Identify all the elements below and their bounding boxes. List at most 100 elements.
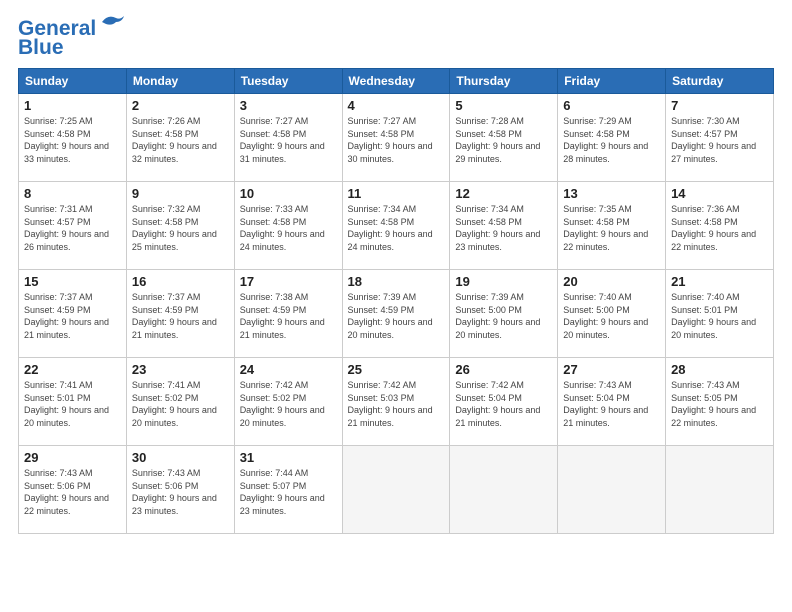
col-wednesday: Wednesday: [342, 69, 450, 94]
day-number: 16: [132, 274, 229, 289]
calendar-cell: 10 Sunrise: 7:33 AM Sunset: 4:58 PM Dayli…: [234, 182, 342, 270]
cell-info: Sunrise: 7:43 AM Sunset: 5:04 PM Dayligh…: [563, 379, 660, 429]
calendar-cell: 13Sunrise: 7:35 AM Sunset: 4:58 PM Dayli…: [558, 182, 666, 270]
cell-info: Sunrise: 7:27 AM Sunset: 4:58 PM Dayligh…: [240, 115, 337, 165]
day-number: 23: [132, 362, 229, 377]
calendar-cell: [342, 446, 450, 534]
calendar-cell: 8 Sunrise: 7:31 AM Sunset: 4:57 PM Daylig…: [19, 182, 127, 270]
calendar-week-row: 8 Sunrise: 7:31 AM Sunset: 4:57 PM Daylig…: [19, 182, 774, 270]
cell-info: Sunrise: 7:43 AM Sunset: 5:06 PM Dayligh…: [24, 467, 121, 517]
cell-info: Sunrise: 7:31 AM Sunset: 4:57 PM Dayligh…: [24, 203, 121, 253]
cell-info: Sunrise: 7:37 AM Sunset: 4:59 PM Dayligh…: [132, 291, 229, 341]
cell-info: Sunrise: 7:32 AM Sunset: 4:58 PM Dayligh…: [132, 203, 229, 253]
header: General Blue: [18, 18, 774, 58]
col-monday: Monday: [126, 69, 234, 94]
calendar-week-row: 29 Sunrise: 7:43 AM Sunset: 5:06 PM Dayli…: [19, 446, 774, 534]
day-number: 26: [455, 362, 552, 377]
cell-info: Sunrise: 7:44 AM Sunset: 5:07 PM Dayligh…: [240, 467, 337, 517]
calendar-cell: 6 Sunrise: 7:29 AM Sunset: 4:58 PM Daylig…: [558, 94, 666, 182]
calendar-week-row: 1 Sunrise: 7:25 AM Sunset: 4:58 PM Daylig…: [19, 94, 774, 182]
cell-info: Sunrise: 7:33 AM Sunset: 4:58 PM Dayligh…: [240, 203, 337, 253]
calendar-table: Sunday Monday Tuesday Wednesday Thursday…: [18, 68, 774, 534]
col-tuesday: Tuesday: [234, 69, 342, 94]
cell-info: Sunrise: 7:30 AM Sunset: 4:57 PM Dayligh…: [671, 115, 768, 165]
day-number: 9: [132, 186, 229, 201]
calendar-cell: 12 Sunrise: 7:34 AM Sunset: 4:58 PM Dayli…: [450, 182, 558, 270]
calendar-cell: 27 Sunrise: 7:43 AM Sunset: 5:04 PM Dayli…: [558, 358, 666, 446]
day-number: 1: [24, 98, 121, 113]
day-number: 11: [348, 186, 445, 201]
calendar-cell: 14 Sunrise: 7:36 AM Sunset: 4:58 PM Dayli…: [666, 182, 774, 270]
calendar-cell: 26Sunrise: 7:42 AM Sunset: 5:04 PM Dayli…: [450, 358, 558, 446]
day-number: 8: [24, 186, 121, 201]
calendar-cell: 17 Sunrise: 7:38 AM Sunset: 4:59 PM Dayli…: [234, 270, 342, 358]
cell-info: Sunrise: 7:36 AM Sunset: 4:58 PM Dayligh…: [671, 203, 768, 253]
day-number: 22: [24, 362, 121, 377]
day-number: 27: [563, 362, 660, 377]
day-number: 5: [455, 98, 552, 113]
day-number: 30: [132, 450, 229, 465]
day-number: 4: [348, 98, 445, 113]
day-number: 21: [671, 274, 768, 289]
calendar-cell: 7 Sunrise: 7:30 AM Sunset: 4:57 PM Daylig…: [666, 94, 774, 182]
cell-info: Sunrise: 7:38 AM Sunset: 4:59 PM Dayligh…: [240, 291, 337, 341]
day-number: 29: [24, 450, 121, 465]
calendar-cell: 19Sunrise: 7:39 AM Sunset: 5:00 PM Dayli…: [450, 270, 558, 358]
calendar-cell: [450, 446, 558, 534]
calendar-cell: 11 Sunrise: 7:34 AM Sunset: 4:58 PM Dayli…: [342, 182, 450, 270]
cell-info: Sunrise: 7:34 AM Sunset: 4:58 PM Dayligh…: [455, 203, 552, 253]
day-number: 7: [671, 98, 768, 113]
calendar-cell: 20Sunrise: 7:40 AM Sunset: 5:00 PM Dayli…: [558, 270, 666, 358]
cell-info: Sunrise: 7:43 AM Sunset: 5:05 PM Dayligh…: [671, 379, 768, 429]
cell-info: Sunrise: 7:27 AM Sunset: 4:58 PM Dayligh…: [348, 115, 445, 165]
cell-info: Sunrise: 7:40 AM Sunset: 5:01 PM Dayligh…: [671, 291, 768, 341]
calendar-cell: 5 Sunrise: 7:28 AM Sunset: 4:58 PM Daylig…: [450, 94, 558, 182]
day-number: 10: [240, 186, 337, 201]
calendar-week-row: 22 Sunrise: 7:41 AM Sunset: 5:01 PM Dayli…: [19, 358, 774, 446]
calendar-cell: 1 Sunrise: 7:25 AM Sunset: 4:58 PM Daylig…: [19, 94, 127, 182]
calendar-cell: [558, 446, 666, 534]
day-number: 25: [348, 362, 445, 377]
day-number: 20: [563, 274, 660, 289]
calendar-cell: 21 Sunrise: 7:40 AM Sunset: 5:01 PM Dayli…: [666, 270, 774, 358]
calendar-week-row: 15 Sunrise: 7:37 AM Sunset: 4:59 PM Dayli…: [19, 270, 774, 358]
day-number: 17: [240, 274, 337, 289]
day-number: 14: [671, 186, 768, 201]
calendar-cell: 25 Sunrise: 7:42 AM Sunset: 5:03 PM Dayli…: [342, 358, 450, 446]
cell-info: Sunrise: 7:43 AM Sunset: 5:06 PM Dayligh…: [132, 467, 229, 517]
cell-info: Sunrise: 7:34 AM Sunset: 4:58 PM Dayligh…: [348, 203, 445, 253]
calendar-cell: 9 Sunrise: 7:32 AM Sunset: 4:58 PM Daylig…: [126, 182, 234, 270]
cell-info: Sunrise: 7:29 AM Sunset: 4:58 PM Dayligh…: [563, 115, 660, 165]
calendar-cell: 18Sunrise: 7:39 AM Sunset: 4:59 PM Dayli…: [342, 270, 450, 358]
day-number: 31: [240, 450, 337, 465]
calendar-cell: 29 Sunrise: 7:43 AM Sunset: 5:06 PM Dayli…: [19, 446, 127, 534]
calendar-header-row: Sunday Monday Tuesday Wednesday Thursday…: [19, 69, 774, 94]
cell-info: Sunrise: 7:25 AM Sunset: 4:58 PM Dayligh…: [24, 115, 121, 165]
cell-info: Sunrise: 7:37 AM Sunset: 4:59 PM Dayligh…: [24, 291, 121, 341]
day-number: 12: [455, 186, 552, 201]
calendar-cell: 31 Sunrise: 7:44 AM Sunset: 5:07 PM Dayli…: [234, 446, 342, 534]
col-thursday: Thursday: [450, 69, 558, 94]
day-number: 2: [132, 98, 229, 113]
day-number: 28: [671, 362, 768, 377]
cell-info: Sunrise: 7:41 AM Sunset: 5:01 PM Dayligh…: [24, 379, 121, 429]
calendar-cell: 28 Sunrise: 7:43 AM Sunset: 5:05 PM Dayli…: [666, 358, 774, 446]
logo-bird-icon: [98, 12, 126, 32]
cell-info: Sunrise: 7:41 AM Sunset: 5:02 PM Dayligh…: [132, 379, 229, 429]
cell-info: Sunrise: 7:39 AM Sunset: 5:00 PM Dayligh…: [455, 291, 552, 341]
calendar-cell: 30 Sunrise: 7:43 AM Sunset: 5:06 PM Dayli…: [126, 446, 234, 534]
day-number: 18: [348, 274, 445, 289]
cell-info: Sunrise: 7:42 AM Sunset: 5:03 PM Dayligh…: [348, 379, 445, 429]
calendar-cell: 24Sunrise: 7:42 AM Sunset: 5:02 PM Dayli…: [234, 358, 342, 446]
col-saturday: Saturday: [666, 69, 774, 94]
calendar-cell: 2Sunrise: 7:26 AM Sunset: 4:58 PM Daylig…: [126, 94, 234, 182]
calendar-cell: 3Sunrise: 7:27 AM Sunset: 4:58 PM Daylig…: [234, 94, 342, 182]
calendar-cell: 16 Sunrise: 7:37 AM Sunset: 4:59 PM Dayli…: [126, 270, 234, 358]
day-number: 6: [563, 98, 660, 113]
page: General Blue Sunday Monday Tuesday Wedne…: [0, 0, 792, 612]
calendar-cell: 22 Sunrise: 7:41 AM Sunset: 5:01 PM Dayli…: [19, 358, 127, 446]
logo-blue: Blue: [18, 37, 64, 58]
col-friday: Friday: [558, 69, 666, 94]
cell-info: Sunrise: 7:28 AM Sunset: 4:58 PM Dayligh…: [455, 115, 552, 165]
day-number: 15: [24, 274, 121, 289]
